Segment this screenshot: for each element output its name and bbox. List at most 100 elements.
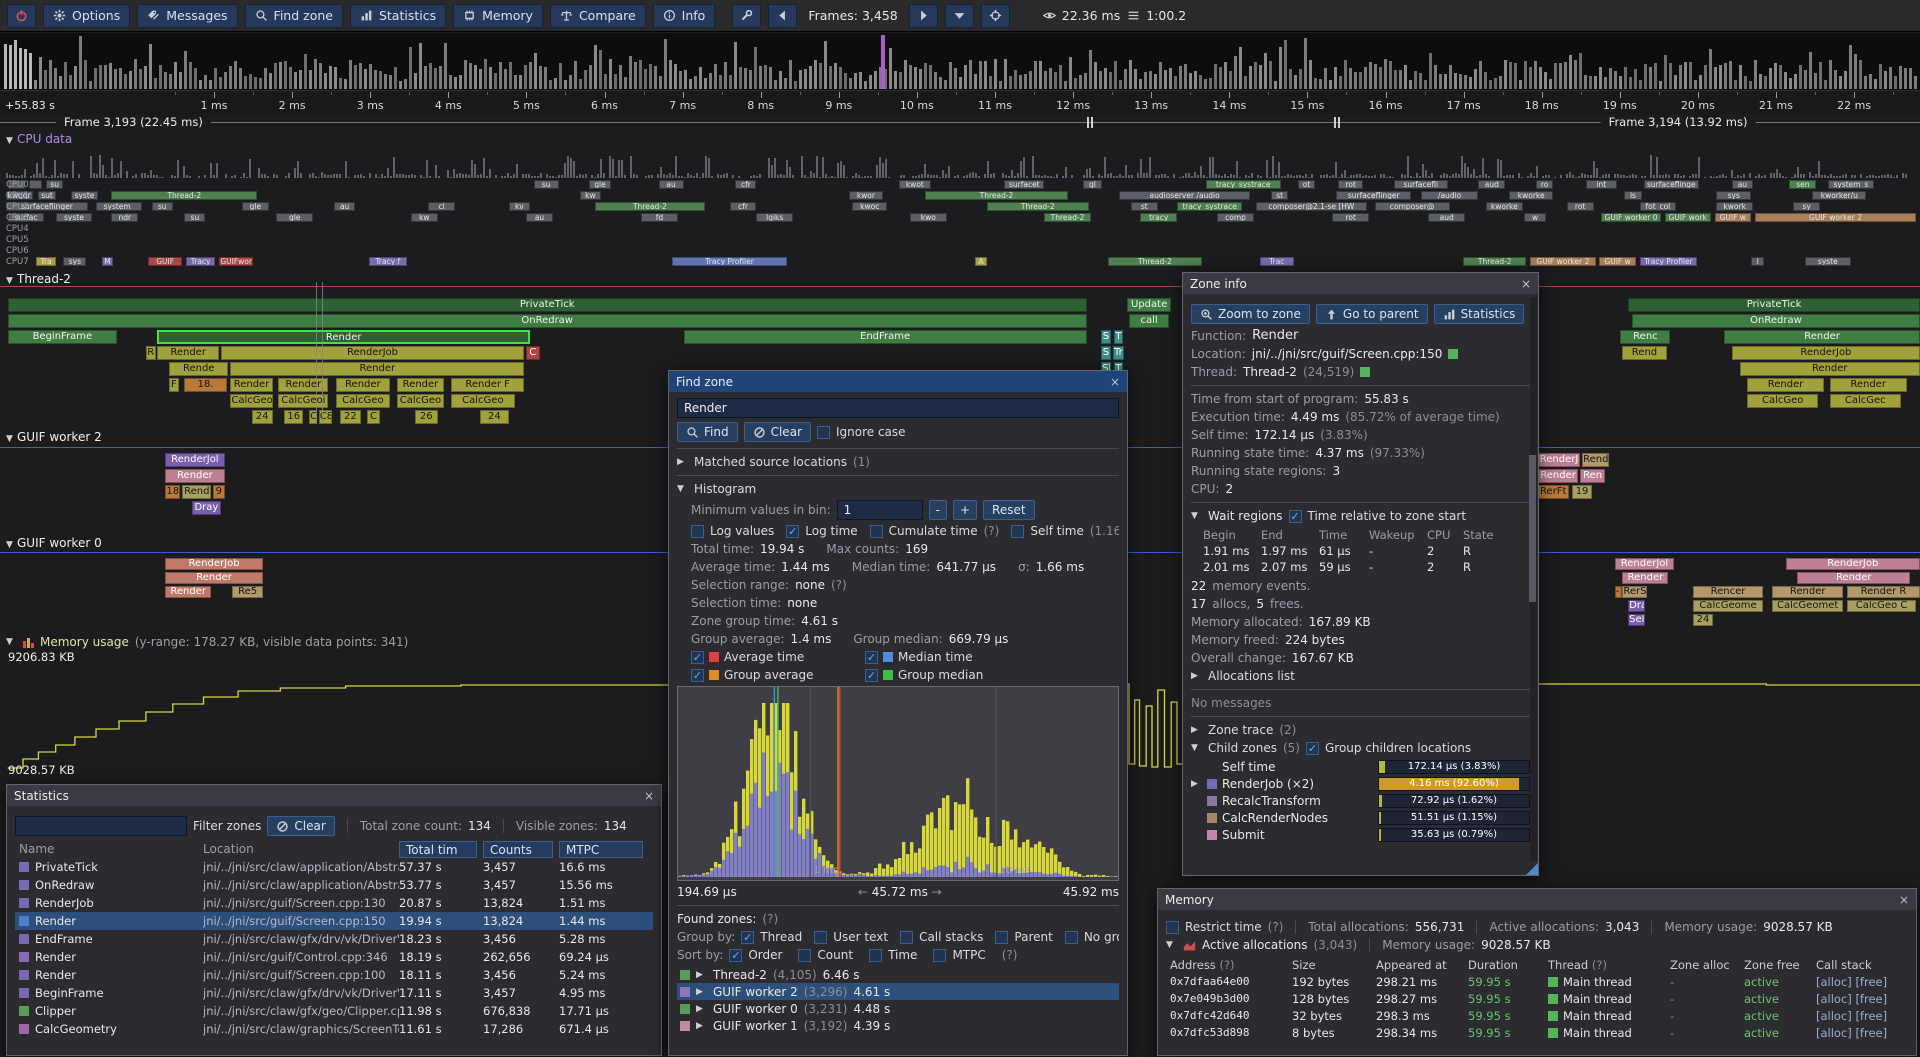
timeline-zone[interactable]: CalcGeome: [1693, 600, 1762, 612]
timeline-zone[interactable]: 26: [415, 410, 438, 424]
child-zone-row[interactable]: Submit35.63 μs (0.79%): [1191, 827, 1530, 843]
cpu-zone[interactable]: cl: [428, 202, 455, 211]
statistics-row[interactable]: Renderjni/../jni/src/guif/Screen.cpp:100…: [15, 966, 653, 984]
child-zone-row[interactable]: ▶RenderJob (×2)4.16 ms (92.60%): [1191, 776, 1530, 792]
timeline-zone[interactable]: 24: [480, 410, 509, 424]
help-icon[interactable]: (?): [762, 912, 778, 926]
cpu-zone[interactable]: M: [102, 257, 114, 266]
cpu-zone[interactable]: syste: [71, 191, 98, 200]
cpu-zone[interactable]: gle: [276, 213, 312, 222]
timeline-zone[interactable]: BeginFrame: [8, 330, 117, 344]
column-header[interactable]: Name: [19, 842, 203, 856]
min-bin-input[interactable]: [837, 500, 923, 520]
filter-zones-input[interactable]: [15, 816, 187, 836]
timeline-zone[interactable]: Render: [1830, 378, 1907, 392]
timeline-zone[interactable]: Render: [397, 378, 443, 392]
thread-header[interactable]: ▼GUIF worker 2: [6, 430, 110, 444]
allocations-list-toggle[interactable]: ▶Allocations list: [1191, 669, 1530, 683]
search-input[interactable]: [677, 398, 1119, 418]
close-icon[interactable]: ×: [1110, 375, 1120, 389]
alloc-callstack-link[interactable]: [alloc]: [1816, 992, 1852, 1006]
timeline-zone[interactable]: Render: [1747, 378, 1824, 392]
cpu-zone[interactable]: syste: [1805, 257, 1851, 266]
option-checkbox[interactable]: ✓: [786, 525, 799, 538]
memory-usage-header[interactable]: ▼ Memory usage (y-range: 178.27 KB, visi…: [6, 635, 408, 649]
statistics-button[interactable]: Statistics: [1434, 304, 1525, 324]
alloc-callstack-link[interactable]: [alloc]: [1816, 1026, 1852, 1040]
time-ruler[interactable]: +55.83 s 1 ms2 ms3 ms4 ms5 ms6 ms7 ms8 m…: [0, 92, 1920, 114]
restrict-time-checkbox[interactable]: [1166, 921, 1179, 934]
clear-button[interactable]: Clear: [744, 422, 811, 442]
cpu-zone[interactable]: system_s: [1828, 180, 1874, 189]
option-checkbox[interactable]: [1065, 931, 1078, 944]
wait-region-row[interactable]: 1.91 ms1.97 ms61 μs-2R: [1191, 543, 1530, 559]
timeline-zone[interactable]: Sel: [1628, 614, 1645, 626]
prev-frame-button[interactable]: [768, 4, 797, 28]
column-header[interactable]: Counts: [483, 841, 553, 858]
cpu-zone[interactable]: kwot: [899, 180, 932, 189]
timeline-zone[interactable]: Render: [1797, 572, 1910, 584]
statistics-button[interactable]: Statistics: [350, 4, 446, 28]
cpu-zone[interactable]: surfacefli: [1394, 180, 1448, 189]
cpu-zone[interactable]: Tracy Profiler: [672, 257, 787, 266]
timeline-zone[interactable]: C: [367, 410, 380, 424]
cpu-zone[interactable]: GUIF work: [1665, 213, 1711, 222]
statistics-row[interactable]: RenderJobjni/../jni/src/guif/Screen.cpp:…: [15, 894, 653, 912]
histogram-toggle[interactable]: ▼ Histogram: [677, 482, 1119, 496]
cpu-zone[interactable]: kwork: [1716, 202, 1752, 211]
wait-regions-toggle[interactable]: ▼ Wait regions ✓ Time relative to zone s…: [1191, 509, 1530, 523]
timeline-zone[interactable]: Rencer: [1693, 586, 1762, 598]
timeline-zone[interactable]: Render: [1724, 330, 1920, 344]
timeline-zone[interactable]: Rend: [1622, 346, 1666, 360]
help-icon[interactable]: (?): [1268, 920, 1284, 934]
timeline-zone[interactable]: S: [1101, 346, 1111, 360]
go-to-parent-button[interactable]: Go to parent: [1316, 304, 1428, 324]
cpu-zone[interactable]: Thread-2: [925, 191, 1067, 200]
timeline-zone[interactable]: Render: [157, 346, 218, 360]
timeline-zone[interactable]: Rend: [1582, 453, 1609, 467]
tools-button[interactable]: [732, 4, 761, 28]
zone-group-row[interactable]: ▶Thread-2(4,105)6.46 s: [677, 966, 1119, 983]
cpu-zone[interactable]: tracy_systrace: [1177, 202, 1242, 211]
zone-info-titlebar[interactable]: Zone info ×: [1183, 273, 1538, 294]
options-button[interactable]: Options: [43, 4, 130, 28]
timeline-zone[interactable]: Render: [230, 378, 272, 392]
timeline-zone[interactable]: Render R: [1847, 586, 1920, 598]
memory-table-header[interactable]: Address (?)Size Appeared at Duration Thr…: [1166, 956, 1908, 973]
cpu-zone[interactable]: ot: [1298, 180, 1315, 189]
statistics-row[interactable]: OnRedrawjni/../jni/src/claw/application/…: [15, 876, 653, 894]
cpu-zone[interactable]: sut: [38, 191, 55, 200]
series-checkbox[interactable]: ✓: [691, 669, 704, 682]
timeline-zone[interactable]: 22: [340, 410, 361, 424]
cpu-zone[interactable]: w: [1524, 213, 1545, 222]
child-zones-toggle[interactable]: ▼ Child zones (5) ✓ Group children locat…: [1191, 741, 1530, 755]
timeline-zone[interactable]: T: [1114, 330, 1124, 344]
cpu-zone[interactable]: Thread-2: [595, 202, 704, 211]
statistics-titlebar[interactable]: Statistics ×: [7, 785, 661, 806]
timeline-zone[interactable]: CalcGeo C: [1847, 600, 1916, 612]
alloc-callstack-link[interactable]: [alloc]: [1816, 975, 1852, 989]
timeline-zone[interactable]: Render: [157, 330, 529, 344]
cpu-zone[interactable]: au: [334, 202, 355, 211]
cpu-zone[interactable]: int: [1586, 180, 1617, 189]
messages-button[interactable]: Messages: [137, 4, 237, 28]
frame-overview-strip[interactable]: [0, 33, 1920, 91]
cpu-zone[interactable]: surfaceflinger: [1336, 191, 1411, 200]
zone-trace-toggle[interactable]: ▶Zone trace(2): [1191, 723, 1530, 737]
series-checkbox[interactable]: ✓: [865, 651, 878, 664]
cpu-zone[interactable]: audioserver /audio: [1119, 191, 1250, 200]
timeline-zone[interactable]: 16: [284, 410, 303, 424]
next-frame-button[interactable]: [909, 4, 938, 28]
option-checkbox[interactable]: [870, 525, 883, 538]
timeline-zone[interactable]: Render: [1538, 469, 1578, 483]
cpu-zone[interactable]: kv: [509, 202, 530, 211]
series-checkbox[interactable]: ✓: [691, 651, 704, 664]
timeline-zone[interactable]: Render: [165, 469, 225, 483]
timeline-zone[interactable]: 18: [165, 485, 180, 499]
time-relative-checkbox[interactable]: ✓: [1289, 510, 1302, 523]
free-callstack-link[interactable]: [free]: [1855, 1009, 1887, 1023]
option-checkbox[interactable]: ✓: [741, 931, 754, 944]
cpu-zone[interactable]: GUIFwor: [219, 257, 254, 266]
timeline-zone[interactable]: CalcGeoi: [278, 394, 328, 408]
cpu-zone[interactable]: su: [152, 202, 173, 211]
